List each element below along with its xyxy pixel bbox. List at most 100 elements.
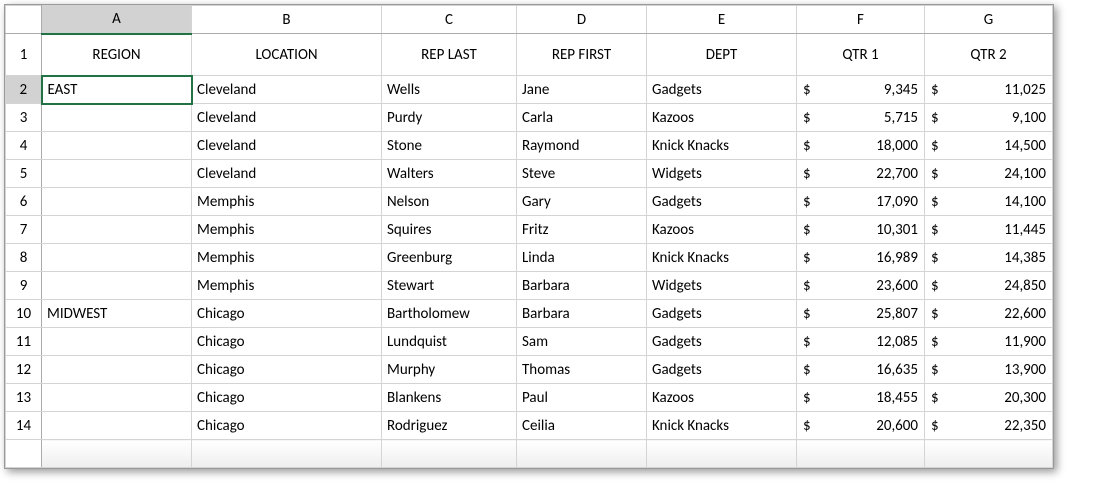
cell-qtr2[interactable]: $9,100 <box>925 104 1053 132</box>
cell-location[interactable]: Memphis <box>192 272 382 300</box>
col-header-A[interactable]: A <box>42 6 192 34</box>
row-header-12[interactable]: 12 <box>6 356 42 384</box>
cell-region[interactable] <box>42 328 192 356</box>
cell-location[interactable]: Cleveland <box>192 76 382 104</box>
cell-location[interactable]: Chicago <box>192 300 382 328</box>
cell-region[interactable] <box>42 412 192 440</box>
cell-region[interactable] <box>42 272 192 300</box>
cell-location[interactable]: Cleveland <box>192 132 382 160</box>
cell-dept[interactable]: Knick Knacks <box>647 412 797 440</box>
cell-location[interactable]: Memphis <box>192 216 382 244</box>
cell-region[interactable] <box>42 244 192 272</box>
cell-rep-first[interactable]: Barbara <box>517 272 647 300</box>
cell-region[interactable] <box>42 104 192 132</box>
cell-rep-last[interactable]: Rodriguez <box>382 412 517 440</box>
cell-rep-first[interactable]: Steve <box>517 160 647 188</box>
row-header-10[interactable]: 10 <box>6 300 42 328</box>
header-qtr2[interactable]: QTR 2 <box>925 34 1053 76</box>
cell-location[interactable]: Chicago <box>192 384 382 412</box>
cell-qtr2[interactable]: $22,350 <box>925 412 1053 440</box>
cell-rep-last[interactable]: Purdy <box>382 104 517 132</box>
cell-qtr1[interactable]: $20,600 <box>797 412 925 440</box>
header-rep-first[interactable]: REP FIRST <box>517 34 647 76</box>
cell-qtr1[interactable]: $16,635 <box>797 356 925 384</box>
col-header-F[interactable]: F <box>797 6 925 34</box>
cell-location[interactable]: Memphis <box>192 188 382 216</box>
cell-qtr1[interactable]: $22,700 <box>797 160 925 188</box>
cell-qtr2[interactable]: $14,500 <box>925 132 1053 160</box>
col-header-G[interactable]: G <box>925 6 1053 34</box>
cell-qtr2[interactable]: $13,900 <box>925 356 1053 384</box>
cell-dept[interactable]: Kazoos <box>647 104 797 132</box>
col-header-D[interactable]: D <box>517 6 647 34</box>
cell-qtr1[interactable]: $10,301 <box>797 216 925 244</box>
cell-qtr1[interactable]: $16,989 <box>797 244 925 272</box>
row-header-14[interactable]: 14 <box>6 412 42 440</box>
cell-rep-first[interactable]: Ceilia <box>517 412 647 440</box>
cell-rep-first[interactable]: Gary <box>517 188 647 216</box>
cell-qtr1[interactable]: $12,085 <box>797 328 925 356</box>
cell-location[interactable]: Chicago <box>192 356 382 384</box>
row-header-8[interactable]: 8 <box>6 244 42 272</box>
cell-qtr1[interactable]: $17,090 <box>797 188 925 216</box>
cell-qtr2[interactable]: $24,850 <box>925 272 1053 300</box>
header-location[interactable]: LOCATION <box>192 34 382 76</box>
cell-region[interactable] <box>42 216 192 244</box>
row-header-11[interactable]: 11 <box>6 328 42 356</box>
cell-rep-last[interactable]: Greenburg <box>382 244 517 272</box>
cell-rep-last[interactable]: Bartholomew <box>382 300 517 328</box>
cell-dept[interactable]: Gadgets <box>647 76 797 104</box>
row-header-6[interactable]: 6 <box>6 188 42 216</box>
cell-location[interactable]: Cleveland <box>192 160 382 188</box>
cell-rep-last[interactable]: Squires <box>382 216 517 244</box>
cell-rep-first[interactable]: Fritz <box>517 216 647 244</box>
col-header-B[interactable]: B <box>192 6 382 34</box>
cell-region[interactable]: MIDWEST <box>42 300 192 328</box>
cell-rep-last[interactable]: Murphy <box>382 356 517 384</box>
cell-qtr1[interactable]: $23,600 <box>797 272 925 300</box>
header-region[interactable]: REGION <box>42 34 192 76</box>
cell-qtr2[interactable]: $14,100 <box>925 188 1053 216</box>
col-header-E[interactable]: E <box>647 6 797 34</box>
cell-region[interactable]: EAST <box>42 76 192 104</box>
cell-dept[interactable]: Widgets <box>647 160 797 188</box>
cell-rep-first[interactable]: Barbara <box>517 300 647 328</box>
cell-qtr1[interactable]: $9,345 <box>797 76 925 104</box>
cell-region[interactable] <box>42 188 192 216</box>
cell-rep-last[interactable]: Nelson <box>382 188 517 216</box>
cell-region[interactable] <box>42 356 192 384</box>
cell-rep-last[interactable]: Stewart <box>382 272 517 300</box>
row-header-4[interactable]: 4 <box>6 132 42 160</box>
cell-qtr1[interactable]: $25,807 <box>797 300 925 328</box>
cell-rep-first[interactable]: Thomas <box>517 356 647 384</box>
row-header-1[interactable]: 1 <box>6 34 42 76</box>
cell-rep-first[interactable]: Jane <box>517 76 647 104</box>
cell-qtr2[interactable]: $14,385 <box>925 244 1053 272</box>
cell-dept[interactable]: Knick Knacks <box>647 132 797 160</box>
cell-qtr2[interactable]: $22,600 <box>925 300 1053 328</box>
header-rep-last[interactable]: REP LAST <box>382 34 517 76</box>
cell-qtr1[interactable]: $18,455 <box>797 384 925 412</box>
cell-region[interactable] <box>42 384 192 412</box>
spreadsheet[interactable]: A B C D E F G 1 REGION LOCATION REP LAST… <box>4 4 1054 469</box>
cell-location[interactable]: Chicago <box>192 412 382 440</box>
row-header-2[interactable]: 2 <box>6 76 42 104</box>
cell-location[interactable]: Cleveland <box>192 104 382 132</box>
cell-rep-last[interactable]: Lundquist <box>382 328 517 356</box>
cell-dept[interactable]: Gadgets <box>647 328 797 356</box>
cell-location[interactable]: Chicago <box>192 328 382 356</box>
cell-rep-first[interactable]: Raymond <box>517 132 647 160</box>
cell-qtr2[interactable]: $11,445 <box>925 216 1053 244</box>
cell-rep-first[interactable]: Carla <box>517 104 647 132</box>
cell-qtr2[interactable]: $11,900 <box>925 328 1053 356</box>
cell-rep-first[interactable]: Sam <box>517 328 647 356</box>
row-header-13[interactable]: 13 <box>6 384 42 412</box>
cell-dept[interactable]: Kazoos <box>647 216 797 244</box>
cell-region[interactable] <box>42 160 192 188</box>
cell-dept[interactable]: Gadgets <box>647 356 797 384</box>
cell-rep-first[interactable]: Linda <box>517 244 647 272</box>
cell-qtr2[interactable]: $24,100 <box>925 160 1053 188</box>
header-qtr1[interactable]: QTR 1 <box>797 34 925 76</box>
cell-rep-last[interactable]: Stone <box>382 132 517 160</box>
cell-dept[interactable]: Widgets <box>647 272 797 300</box>
